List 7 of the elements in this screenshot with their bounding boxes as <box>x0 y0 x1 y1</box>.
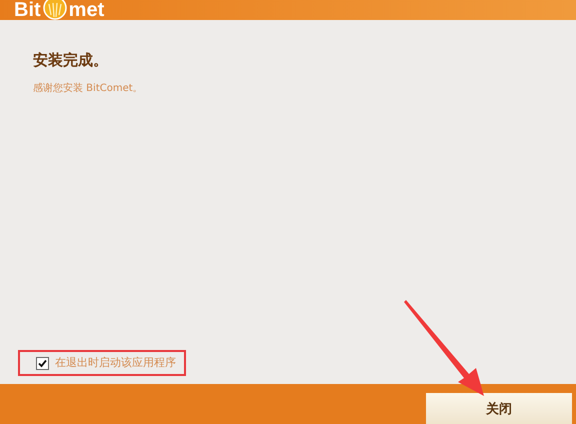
close-button[interactable]: 关闭 <box>426 393 572 424</box>
page-title: 安装完成。 <box>33 50 109 70</box>
launch-checkbox[interactable] <box>36 356 49 370</box>
launch-option-label: 在退出时启动该应用程序 <box>55 356 176 370</box>
logo-text: met <box>68 0 104 20</box>
message-text: 感谢您安装 BitComet。 <box>33 82 144 96</box>
logo-text: Bit <box>14 0 41 20</box>
